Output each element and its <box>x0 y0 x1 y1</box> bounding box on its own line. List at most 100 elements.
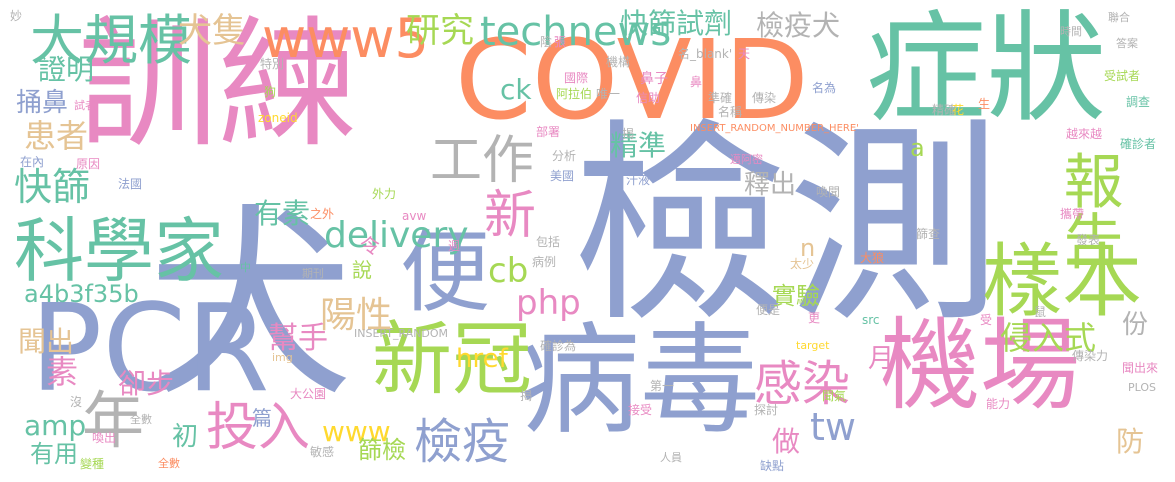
cloud-word: src <box>862 313 880 327</box>
cloud-word: 傳染力 <box>1072 349 1109 363</box>
cloud-word: zoneid <box>258 111 298 125</box>
cloud-word: 研究 <box>406 11 474 51</box>
cloud-word: 病例 <box>532 255 557 269</box>
cloud-word: 令 <box>360 234 380 258</box>
cloud-word: 在內 <box>20 155 45 169</box>
cloud-word: 防 <box>1116 425 1145 458</box>
cloud-word: 法國 <box>118 177 143 191</box>
cloud-word: 釋出 <box>744 170 797 200</box>
cloud-word: 卻步 <box>118 367 175 400</box>
cloud-word: 犬隻 <box>178 11 246 51</box>
cloud-word: 答案 <box>1116 37 1138 50</box>
cloud-word: php <box>516 283 581 323</box>
cloud-word: ck <box>500 73 532 106</box>
cloud-word: 陰 <box>540 35 553 49</box>
cloud-word: 受 <box>980 313 993 327</box>
cloud-word: img <box>272 351 293 364</box>
cloud-word: 調查 <box>1126 95 1151 109</box>
cloud-word: 份 <box>1122 310 1149 340</box>
cloud-word: 妙 <box>10 9 23 23</box>
cloud-word: 期刊 <box>302 267 324 280</box>
cloud-word: 大公園 <box>290 387 327 401</box>
cloud-word: 月 <box>868 344 895 374</box>
cloud-word: 第一 <box>650 379 675 393</box>
cloud-word: INSERT_RANDOM <box>354 327 449 340</box>
cloud-word: 接受 <box>628 403 653 417</box>
cloud-word: 沒 <box>70 395 83 409</box>
cloud-word: 名稱 <box>718 105 743 119</box>
cloud-word: 人員 <box>660 451 682 464</box>
cloud-word: 科學家 <box>14 210 224 292</box>
cloud-word: 喚聞 <box>816 185 841 199</box>
cloud-word: 有用 <box>30 440 78 468</box>
cloud-word: 確診者 <box>1120 137 1157 151</box>
cloud-word: 之外 <box>310 207 335 221</box>
cloud-word: 做 <box>772 425 801 458</box>
cloud-word: 唯一 <box>596 87 621 101</box>
cloud-word: 素 <box>46 353 79 391</box>
cloud-word: 受試者 <box>1104 69 1141 83</box>
cloud-word: 部署 <box>536 125 561 139</box>
cloud-word: target <box>796 339 830 352</box>
cloud-word: 聞氣 <box>822 389 847 403</box>
cloud-word: 篩檢 <box>358 436 406 464</box>
cloud-word: 汗液 <box>626 173 651 187</box>
cloud-word: 快篩試劑 <box>620 7 733 40</box>
cloud-word: a4b3f35b <box>24 280 139 308</box>
cloud-word: 樣本 <box>982 235 1142 328</box>
cloud-word: 變種 <box>80 457 105 471</box>
cloud-word: 越來越 <box>1066 127 1103 141</box>
cloud-word: 探討 <box>754 403 779 417</box>
cloud-word: 狗 <box>264 85 277 99</box>
cloud-word: 全數 <box>130 413 152 426</box>
cloud-word: cb <box>488 251 529 291</box>
cloud-word: 機構 <box>606 55 631 69</box>
cloud-word: 準確 <box>708 91 733 105</box>
cloud-word: 敏感 <box>310 445 335 459</box>
cloud-word: 原因 <box>76 157 101 171</box>
cloud-word: 中 <box>240 261 251 274</box>
cloud-word: 幫手 <box>268 321 328 356</box>
cloud-word: 鼻 <box>690 75 703 89</box>
cloud-word: 太少 <box>790 257 815 271</box>
cloud-word: PLOS <box>1128 381 1157 394</box>
cloud-word: 工作 <box>430 131 535 191</box>
cloud-word: 試者 <box>74 99 96 112</box>
cloud-word: 更 <box>808 311 821 325</box>
cloud-word: 花 <box>952 103 965 117</box>
cloud-word: 名_blank' <box>678 47 733 61</box>
cloud-word: 有素 <box>254 197 311 230</box>
cloud-word: 初 <box>172 422 199 452</box>
cloud-word: INSERT_RANDOM_NUMBER_HERE' <box>690 123 859 134</box>
cloud-word: 說 <box>352 258 372 282</box>
cloud-word: 全數 <box>158 457 180 470</box>
cloud-word: 大狼 <box>860 251 885 265</box>
cloud-word: 時間 <box>1060 25 1082 38</box>
cloud-word: 美國 <box>550 169 575 183</box>
cloud-word: 缺點 <box>760 459 785 473</box>
cloud-word: 張 <box>554 35 567 49</box>
cloud-word: 包括 <box>536 235 561 249</box>
cloud-word: 喚出 <box>92 431 117 445</box>
cloud-word: 阿拉伯 <box>556 87 593 101</box>
cloud-word: href <box>456 344 508 374</box>
cloud-word: 鼻子 <box>640 71 668 87</box>
cloud-word: 能力 <box>986 397 1011 411</box>
cloud-word: 篩查 <box>916 227 941 241</box>
cloud-word: 快篩 <box>14 165 91 209</box>
cloud-word: 聯合 <box>1108 11 1130 24</box>
cloud-word: 患者 <box>24 117 89 155</box>
cloud-word: 分析 <box>552 149 577 163</box>
cloud-word: 邁阿密 <box>730 153 763 166</box>
cloud-word: 檢疫犬 <box>756 9 841 42</box>
cloud-word: 捅鼻 <box>16 88 69 118</box>
cloud-word: avw <box>402 209 427 223</box>
cloud-word: 攜帶 <box>1060 207 1085 221</box>
cloud-word: a <box>910 134 925 162</box>
cloud-word: 生 <box>978 97 991 111</box>
cloud-word: 外力 <box>372 187 397 201</box>
cloud-word: 檢疫 <box>414 414 511 470</box>
word-cloud: 檢測 訓練犬 COVID 症狀 病毒 機場 PCR 報告 樣本 科學家便新冠 大規模 www5 工作年投… <box>0 0 1175 482</box>
cloud-word: 鼠 <box>1034 305 1047 319</box>
cloud-word: 聞出來 <box>1122 361 1159 375</box>
